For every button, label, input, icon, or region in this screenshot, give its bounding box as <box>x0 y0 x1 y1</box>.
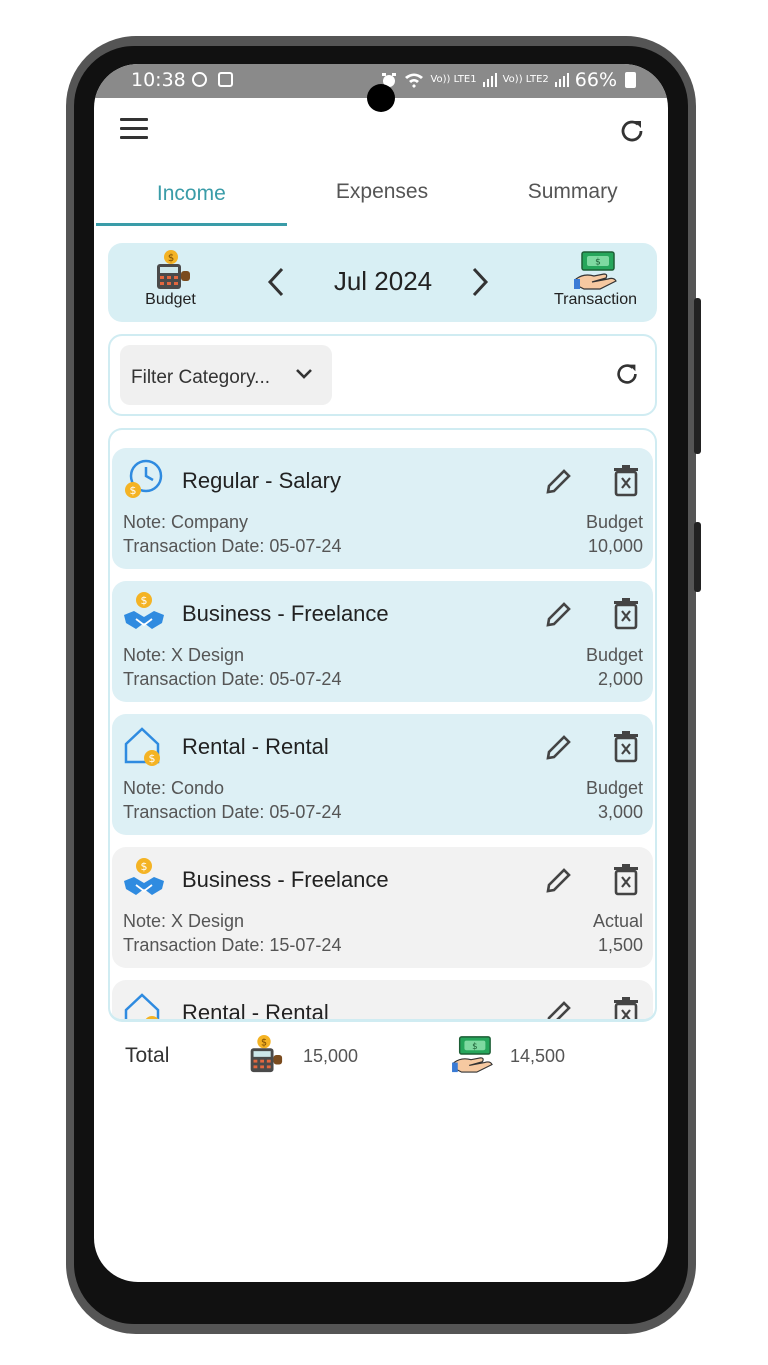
list-item[interactable]: $ Business - Freelance Note: X Design Tr… <box>112 581 653 702</box>
power-button <box>694 522 701 592</box>
svg-text:$: $ <box>149 752 156 765</box>
active-tab-indicator <box>96 223 287 226</box>
refresh-icon[interactable] <box>617 116 647 146</box>
transaction-label: Transaction <box>554 291 637 308</box>
entry-amount: 10,000 <box>587 536 643 556</box>
edit-icon[interactable] <box>542 863 576 897</box>
menu-icon[interactable] <box>120 118 148 140</box>
budget-total: 15,000 <box>303 1046 359 1066</box>
house-money-icon: $ <box>124 727 160 766</box>
list-item[interactable]: $ Business - Freelance Note: X Design Tr… <box>112 847 653 968</box>
chevron-right-icon[interactable] <box>464 265 494 299</box>
status-time: 10:38 <box>131 69 186 91</box>
handshake-money-icon: $ <box>124 592 164 629</box>
calculator-money-icon: $ <box>250 1034 283 1073</box>
tab-summary[interactable]: Summary <box>477 172 668 227</box>
delete-icon[interactable] <box>612 996 640 1022</box>
house-money-icon: $ <box>124 993 160 1022</box>
delete-icon[interactable] <box>612 464 640 498</box>
entry-note: Note: X Design <box>123 911 245 931</box>
handshake-money-icon: $ <box>124 858 164 895</box>
entry-date: Transaction Date: 05-07-24 <box>123 536 342 556</box>
budget-label: Budget <box>145 291 196 308</box>
list-item[interactable]: $ Regular - Salary Note: Company Transac… <box>112 448 653 569</box>
delete-icon[interactable] <box>612 730 640 764</box>
chevron-left-icon[interactable] <box>262 265 292 299</box>
svg-text:$: $ <box>472 1042 477 1052</box>
calculator-money-icon: $ <box>156 250 190 289</box>
entry-amount: 3,000 <box>597 802 643 822</box>
svg-text:$: $ <box>130 484 137 497</box>
current-month: Jul 2024 <box>333 266 433 296</box>
edit-icon[interactable] <box>542 597 576 631</box>
entry-date: Transaction Date: 05-07-24 <box>123 669 342 689</box>
tab-income[interactable]: Income <box>96 172 287 227</box>
edit-icon[interactable] <box>542 464 576 498</box>
tab-expenses[interactable]: Expenses <box>287 172 478 227</box>
clock-money-icon: $ <box>125 459 163 498</box>
svg-text:$: $ <box>595 258 601 268</box>
signal-icon <box>482 73 497 87</box>
entry-type: Budget <box>585 778 643 798</box>
notification-icon <box>218 72 233 87</box>
transaction-list: $ Regular - Salary Note: Company Transac… <box>108 428 657 1022</box>
battery-level: 66% <box>574 69 617 91</box>
refresh-icon[interactable] <box>613 360 641 388</box>
network-2: Vo)) LTE2 <box>502 74 549 85</box>
front-camera <box>367 84 395 112</box>
total-label: Total <box>125 1044 170 1067</box>
volume-button <box>694 298 701 454</box>
delete-icon[interactable] <box>612 597 640 631</box>
edit-icon[interactable] <box>542 730 576 764</box>
filter-category-dropdown[interactable]: Filter Category... <box>120 345 332 405</box>
svg-text:$: $ <box>167 253 173 264</box>
money-hand-icon: $ <box>452 1036 493 1073</box>
filter-bar: Filter Category... <box>108 334 657 416</box>
entry-type: Actual <box>592 911 643 931</box>
wifi-icon <box>405 73 424 88</box>
entry-title: Rental - Rental <box>182 734 329 759</box>
edit-icon[interactable] <box>542 996 576 1022</box>
tab-bar: Income Expenses Summary <box>96 172 668 227</box>
entry-type: Budget <box>585 512 643 532</box>
money-hand-icon: $ <box>573 251 617 290</box>
budget-button[interactable]: $ Budget <box>138 249 203 309</box>
entry-date: Transaction Date: 15-07-24 <box>123 935 342 955</box>
svg-text:$: $ <box>149 1018 156 1022</box>
status-right: Vo)) LTE1 Vo)) LTE2 66% <box>380 69 636 91</box>
svg-text:$: $ <box>261 1037 267 1048</box>
entry-amount: 2,000 <box>597 669 643 689</box>
entry-title: Business - Freelance <box>182 601 389 626</box>
entry-amount: 1,500 <box>597 935 643 955</box>
screen: 10:38 Vo)) LTE1 Vo)) LTE2 66% Income Exp… <box>94 64 668 1282</box>
battery-icon <box>625 72 636 88</box>
entry-title: Rental - Rental <box>182 1000 329 1022</box>
target-icon <box>192 72 207 87</box>
entry-note: Note: Company <box>123 512 249 532</box>
entry-type: Budget <box>585 645 643 665</box>
entry-note: Note: X Design <box>123 645 245 665</box>
network-1: Vo)) LTE1 <box>430 74 477 85</box>
entry-date: Transaction Date: 05-07-24 <box>123 802 342 822</box>
signal-icon <box>554 73 569 87</box>
svg-text:$: $ <box>141 594 148 607</box>
svg-text:$: $ <box>141 860 148 873</box>
transaction-button[interactable]: $ Transaction <box>548 249 643 309</box>
entry-title: Business - Freelance <box>182 867 389 892</box>
list-item[interactable]: $ Rental - Rental Note: Condo Transactio… <box>112 714 653 835</box>
entry-note: Note: Condo <box>123 778 225 798</box>
delete-icon[interactable] <box>612 863 640 897</box>
entry-title: Regular - Salary <box>182 468 341 493</box>
list-item[interactable]: $ Rental - Rental <box>112 980 653 1022</box>
month-bar: $ Budget Jul 2024 $ Transaction <box>108 243 657 322</box>
transaction-total: 14,500 <box>510 1046 566 1066</box>
chevron-down-icon <box>296 369 312 379</box>
filter-category-placeholder: Filter Category... <box>131 367 271 388</box>
